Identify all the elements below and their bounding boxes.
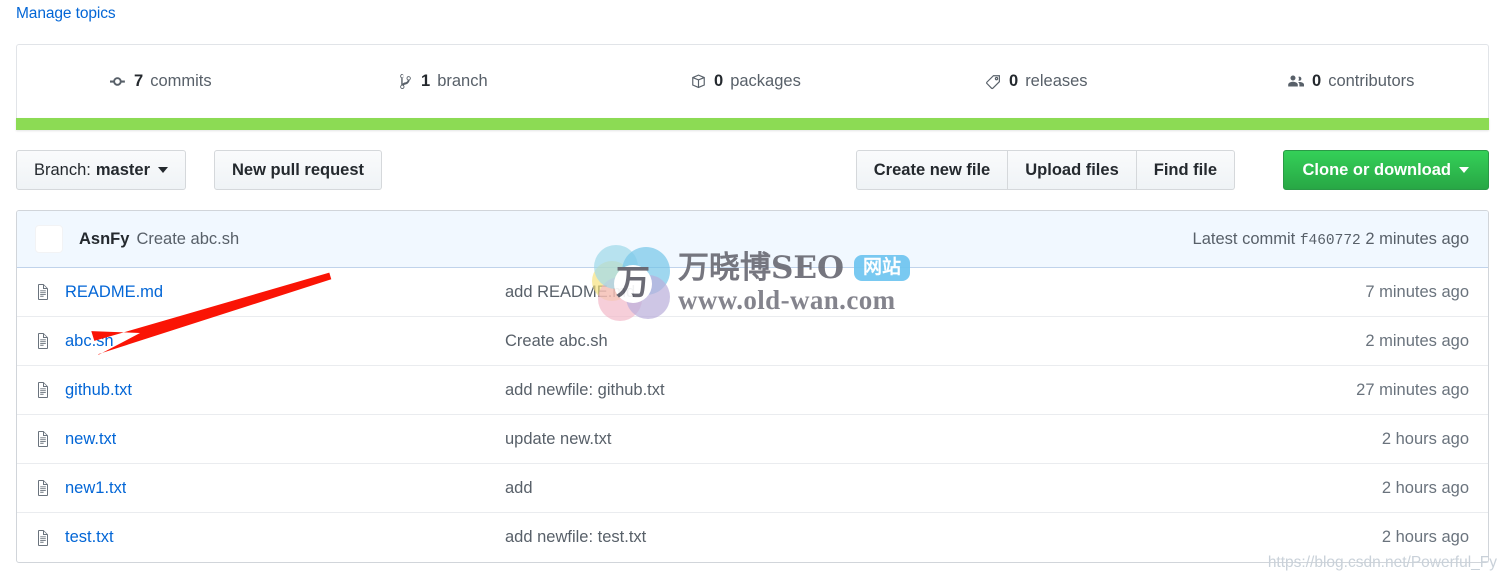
file-name-cell: new.txt [35,430,505,449]
branch-prefix-label: Branch: [34,160,91,179]
latest-commit-message[interactable]: Create abc.sh [136,230,239,249]
chevron-down-icon [158,167,168,173]
clone-or-download-label: Clone or download [1302,160,1452,179]
chevron-down-icon [1459,167,1469,173]
stat-branch-count: 1 [421,72,431,91]
commits-icon [109,73,127,91]
stat-packages-count: 0 [714,72,724,91]
branch-selector-button[interactable]: Branch: master [16,150,186,190]
stat-branch[interactable]: 1 branch [310,73,597,91]
contributors-icon [1287,73,1305,91]
stat-commits-label: commits [150,72,212,91]
commit-author[interactable]: AsnFy [79,230,129,249]
file-name-cell: README.md [35,283,505,302]
file-commit-message[interactable]: add [505,479,1382,498]
file-icon [35,480,51,496]
file-icon [35,382,51,398]
stat-contributors[interactable]: 0 contributors [1185,73,1488,91]
create-new-file-button[interactable]: Create new file [855,150,1009,190]
file-commit-time: 7 minutes ago [1365,282,1469,301]
find-file-button[interactable]: Find file [1136,150,1235,190]
file-commit-message[interactable]: update new.txt [505,430,1382,449]
stat-packages-label: packages [730,72,801,91]
file-actions-group: Create new file Upload files Find file [855,150,1235,190]
file-icon [35,333,51,349]
tag-icon [984,73,1002,91]
repository-stats-bar: 7 commits 1 branch 0 packages 0 releases… [16,44,1489,118]
stat-commits-count: 7 [134,72,144,91]
stat-contributors-count: 0 [1312,72,1322,91]
file-commit-message[interactable]: Create abc.sh [505,332,1365,351]
clone-or-download-button[interactable]: Clone or download [1282,150,1489,190]
table-row: new.txt update new.txt 2 hours ago [17,415,1488,464]
table-row: abc.sh Create abc.sh 2 minutes ago [17,317,1488,366]
latest-commit-time: 2 minutes ago [1365,229,1469,248]
file-list-table: AsnFy Create abc.sh Latest commit f46077… [16,210,1489,563]
table-row: README.md add README.md 7 minutes ago [17,268,1488,317]
repo-actions-toolbar: Branch: master New pull request Create n… [16,150,1489,190]
manage-topics-link[interactable]: Manage topics [16,1,116,27]
stat-commits[interactable]: 7 commits [17,73,310,91]
commit-sha[interactable]: f460772 [1300,233,1361,249]
file-commit-time: 2 hours ago [1381,478,1469,497]
file-commit-time: 27 minutes ago [1356,380,1469,399]
file-name-cell: abc.sh [35,332,505,351]
file-commit-time: 2 hours ago [1381,528,1469,546]
stat-releases-label: releases [1025,72,1088,91]
file-name-cell: test.txt [35,528,505,547]
file-commit-message[interactable]: add README.md [505,283,1365,302]
stat-packages[interactable]: 0 packages [597,73,890,91]
table-row: new1.txt add 2 hours ago [17,464,1488,513]
file-name-cell: github.txt [35,381,505,400]
file-name-link[interactable]: new1.txt [65,479,126,498]
file-commit-message[interactable]: add newfile: github.txt [505,381,1356,400]
file-commit-time: 2 hours ago [1381,429,1469,448]
repo-file-browser: Manage topics 7 commits 1 branch 0 packa… [0,0,1505,575]
file-commit-message[interactable]: add newfile: test.txt [505,528,1382,547]
stat-branch-label: branch [437,72,488,91]
stat-releases-count: 0 [1009,72,1019,91]
stat-releases[interactable]: 0 releases [890,73,1185,91]
table-row: test.txt add newfile: test.txt 2 hours ago [17,513,1488,562]
table-row: github.txt add newfile: github.txt 27 minu… [17,366,1488,415]
file-name-cell: new1.txt [35,479,505,498]
latest-commit-prefix: Latest commit [1192,229,1296,248]
latest-commit-header: AsnFy Create abc.sh Latest commit f46077… [17,211,1488,268]
branch-name-label: master [95,160,150,179]
file-name-link[interactable]: README.md [65,283,163,302]
upload-files-button[interactable]: Upload files [1008,150,1137,190]
file-icon [35,284,51,300]
file-icon [35,529,51,546]
new-pull-request-button[interactable]: New pull request [214,150,383,190]
latest-commit-meta: Latest commit f460772 2 minutes ago [1193,230,1472,249]
file-name-link[interactable]: new.txt [65,430,116,449]
package-icon [689,73,707,91]
file-icon [35,431,51,447]
file-name-link[interactable]: test.txt [65,528,114,547]
language-segment-0 [16,118,1489,130]
avatar[interactable] [35,225,63,253]
file-commit-time: 2 minutes ago [1365,331,1469,350]
file-rows: README.md add README.md 7 minutes ago abc.s… [17,268,1488,562]
stat-contributors-label: contributors [1328,72,1415,91]
branch-icon [396,73,414,91]
language-bar [16,118,1489,130]
file-name-link[interactable]: github.txt [65,381,132,400]
file-name-link[interactable]: abc.sh [65,332,114,351]
